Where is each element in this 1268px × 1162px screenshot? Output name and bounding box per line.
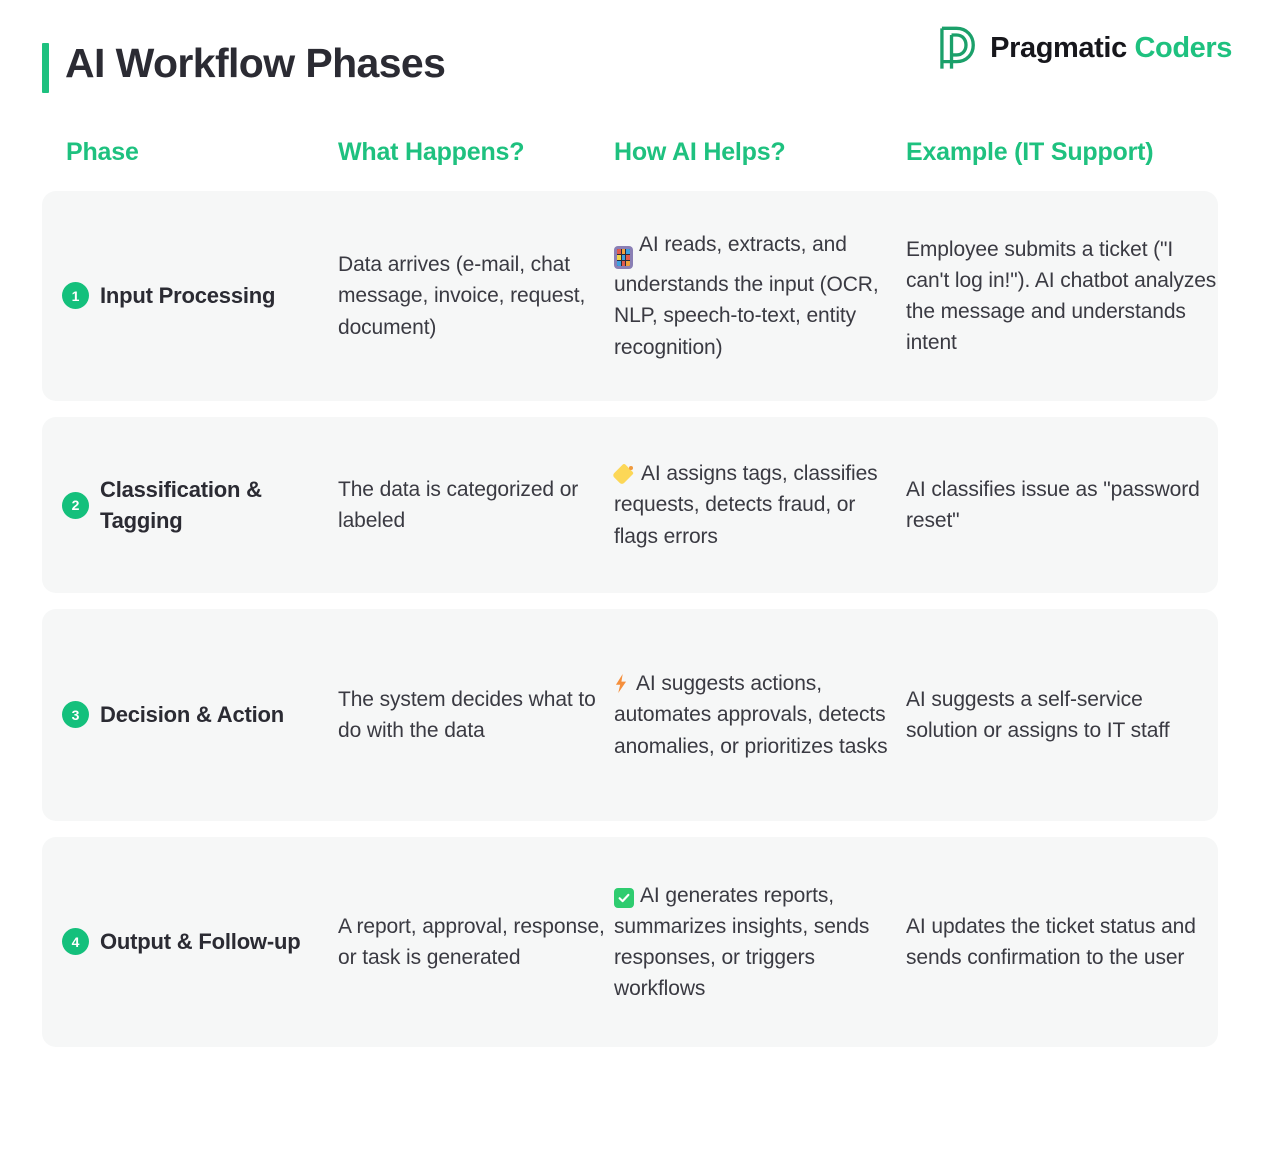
logo-word-pragmatic: Pragmatic [990,32,1127,64]
how-ai-helps-cell: AI suggests actions, automates approvals… [614,668,902,761]
what-happens-cell: A report, approval, response, or task is… [338,914,605,969]
brand-logo: Pragmatic Coders [938,26,1232,71]
column-header-phase: Phase [66,138,139,166]
ai-workflow-phases-table: Phase What Happens? How AI Helps? Exampl… [42,118,1218,1063]
phase-cell: 1 Input Processing [42,280,328,311]
pragmatic-coders-p-mark-icon [940,26,976,69]
logo-wordmark: Pragmatic Coders [990,34,1232,63]
example-cell: AI classifies issue as "password reset" [906,477,1200,532]
phase-number-badge: 4 [62,928,89,956]
how-ai-helps-text: AI suggests actions, automates approvals… [614,672,888,758]
tag-icon [612,463,635,486]
example-cell: AI suggests a self-service solution or a… [906,687,1170,742]
page-title-group: AI Workflow Phases [42,40,446,93]
example-cell: Employee submits a ticket ("I can't log … [906,237,1217,355]
table-body: 1 Input Processing Data arrives (e-mail,… [42,191,1218,1047]
how-ai-helps-text: AI reads, extracts, and understands the … [614,233,879,359]
column-header-example: Example (IT Support) [906,138,1154,166]
column-header-how-ai-helps: How AI Helps? [614,138,786,166]
table-row: 3 Decision & Action The system decides w… [42,609,1218,821]
high-voltage-icon [614,671,630,694]
how-ai-helps-cell: AI reads, extracts, and understands the … [614,229,902,362]
table-row: 4 Output & Follow-up A report, approval,… [42,837,1218,1047]
table-header-row: Phase What Happens? How AI Helps? Exampl… [42,118,1218,169]
check-box-icon [614,887,634,908]
title-accent-bar [42,43,49,93]
phase-cell: 2 Classification & Tagging [42,474,328,536]
phase-cell: 4 Output & Follow-up [42,926,328,957]
example-cell: AI updates the ticket status and sends c… [906,914,1196,969]
how-ai-helps-cell: AI generates reports, summarizes insight… [614,880,902,1004]
page-title: AI Workflow Phases [65,40,446,86]
phase-number-badge: 2 [62,491,89,519]
phase-number-badge: 1 [62,282,89,310]
how-ai-helps-cell: AI assigns tags, classifies requests, de… [612,458,902,551]
page-header: AI Workflow Phases Pragmatic Coders [0,0,1268,118]
table-row: 2 Classification & Tagging The data is c… [42,417,1218,593]
what-happens-cell: The data is categorized or labeled [338,477,579,532]
phase-name: Decision & Action [100,702,285,728]
how-ai-helps-text: AI generates reports, summarizes insight… [614,883,870,1001]
phase-name: Input Processing [100,283,276,309]
phase-name: Output & Follow-up [100,929,301,955]
phase-name: Classification & Tagging [100,476,262,533]
phase-cell: 3 Decision & Action [42,699,328,730]
column-header-what-happens: What Happens? [338,138,525,166]
table-row: 1 Input Processing Data arrives (e-mail,… [42,191,1218,401]
phase-number-badge: 3 [62,701,89,729]
what-happens-cell: The system decides what to do with the d… [338,687,596,742]
input-numbers-icon [614,246,633,270]
what-happens-cell: Data arrives (e-mail, chat message, invo… [338,253,586,339]
logo-word-coders: Coders [1134,32,1232,64]
how-ai-helps-text: AI assigns tags, classifies requests, de… [614,462,878,548]
